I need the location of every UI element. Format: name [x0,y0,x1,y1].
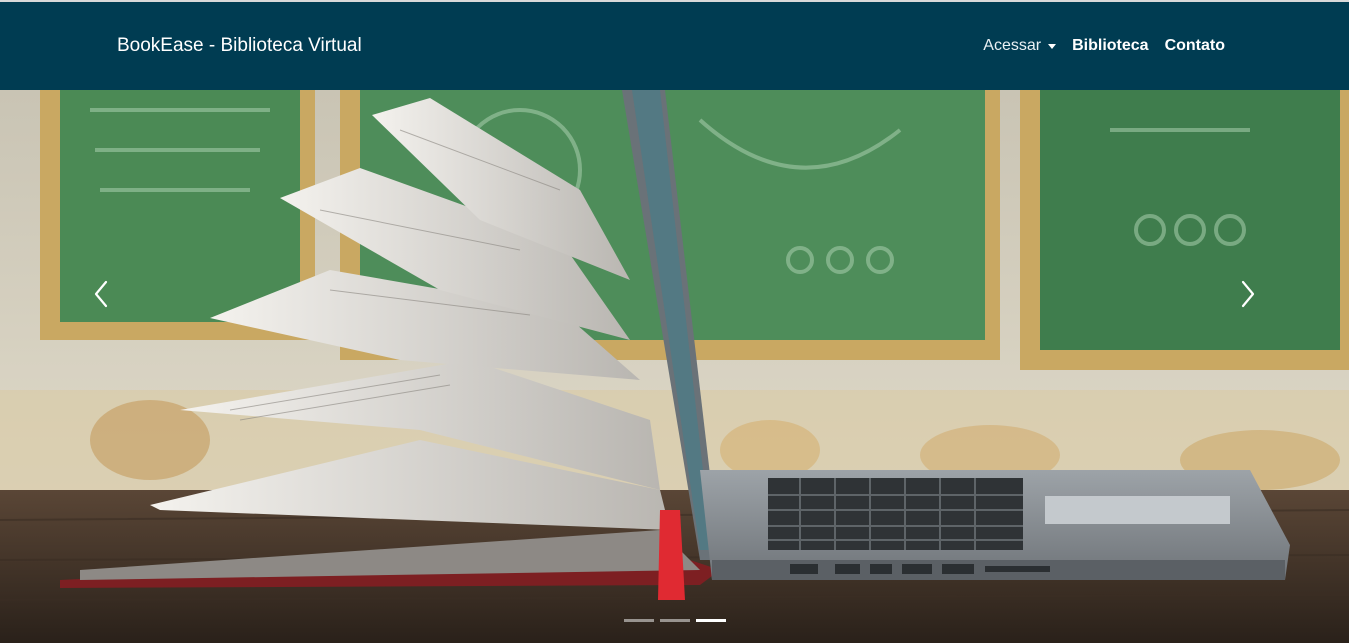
hero-carousel [0,90,1349,643]
nav-menu: Acessar Biblioteca Contato [983,37,1225,55]
hero-slide-image [0,90,1349,643]
brand-link[interactable]: BookEase - Biblioteca Virtual [117,35,362,57]
caret-down-icon [1048,44,1057,49]
carousel-next-button[interactable] [1228,276,1268,312]
carousel-indicator-2[interactable] [660,619,690,622]
chevron-right-icon [1241,280,1255,308]
nav-link-contato[interactable]: Contato [1165,37,1225,55]
acessar-label: Acessar [983,37,1042,54]
navbar: BookEase - Biblioteca Virtual Acessar Bi… [0,2,1349,90]
carousel-indicator-3[interactable] [696,619,726,622]
carousel-prev-button[interactable] [81,276,121,312]
carousel-indicator-1[interactable] [624,619,654,622]
acessar-dropdown[interactable]: Acessar [983,37,1057,55]
chevron-left-icon [94,280,108,308]
carousel-indicators [624,619,726,622]
nav-link-biblioteca[interactable]: Biblioteca [1072,37,1148,55]
